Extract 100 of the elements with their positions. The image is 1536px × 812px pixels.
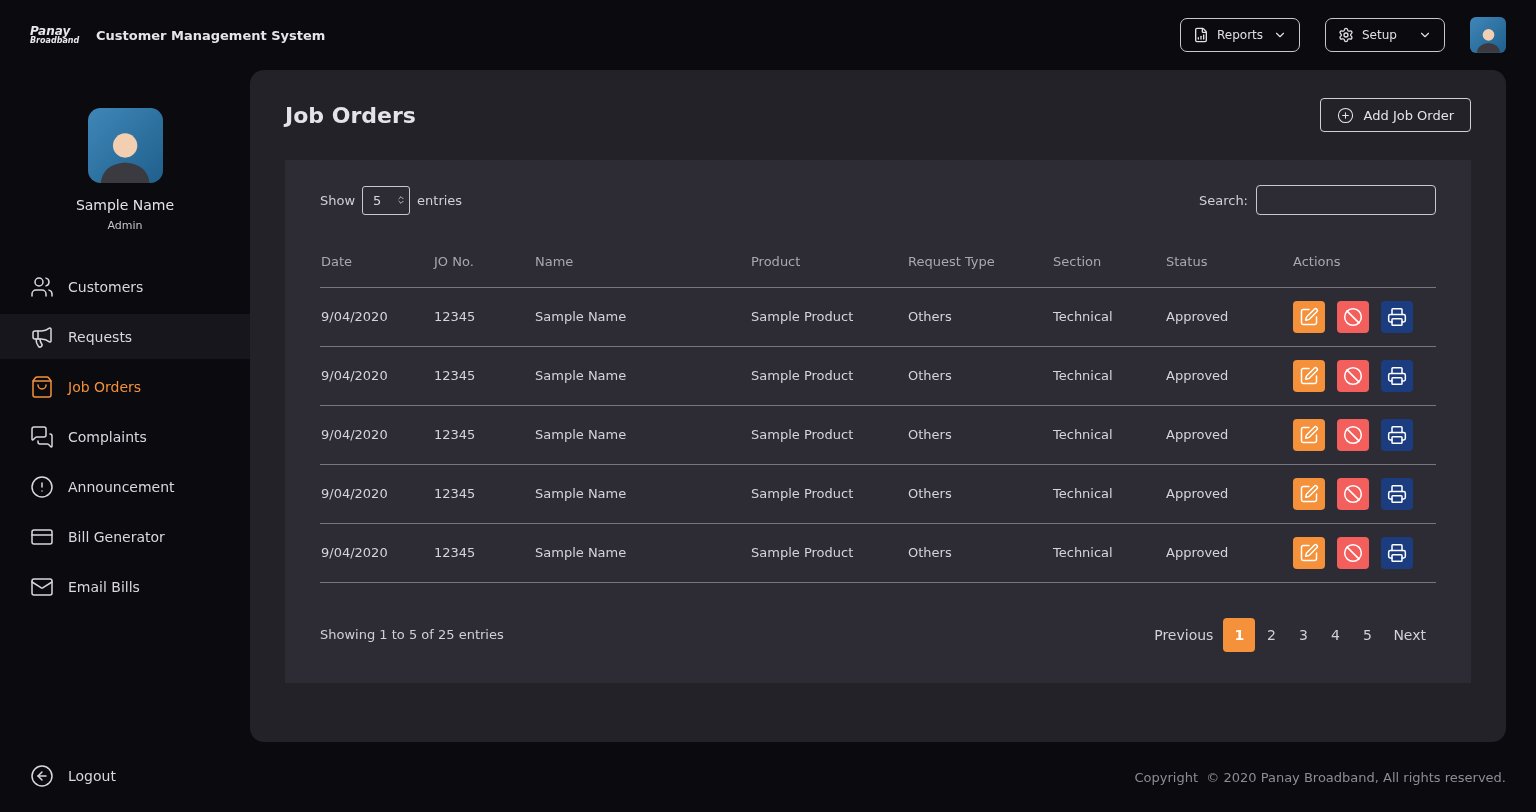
- table-cell: 12345: [433, 405, 534, 464]
- cancel-button[interactable]: [1337, 300, 1369, 333]
- reports-menu-button[interactable]: Reports: [1180, 18, 1300, 52]
- copyright-text: Copyright © 2020 Panay Broadband, All rights reserved.: [1134, 769, 1506, 785]
- print-button[interactable]: [1381, 300, 1413, 333]
- show-label: Show: [320, 192, 356, 208]
- page-link[interactable]: 3: [1287, 617, 1320, 652]
- people-icon: [30, 274, 54, 299]
- page-size-select[interactable]: 5: [362, 185, 411, 215]
- logout-link[interactable]: Logout: [0, 764, 250, 788]
- add-job-order-button[interactable]: Add Job Order: [1319, 98, 1471, 132]
- pen-icon: [1299, 424, 1319, 445]
- entries-label: entries: [417, 192, 463, 208]
- table-cell: Technical: [1052, 523, 1165, 582]
- bag-icon: [30, 374, 54, 399]
- table-cell: Sample Product: [750, 346, 907, 405]
- printer-icon: [1387, 306, 1407, 327]
- table-cell: 12345: [433, 287, 534, 346]
- table-cell: Approved: [1165, 405, 1292, 464]
- cancel-button[interactable]: [1337, 359, 1369, 392]
- table-cell: 9/04/2020: [320, 464, 433, 523]
- search-label: Search:: [1198, 192, 1248, 208]
- printer-icon: [1387, 424, 1407, 445]
- cancel-button[interactable]: [1337, 418, 1369, 451]
- pen-icon: [1299, 365, 1319, 386]
- table-cell: Sample Name: [534, 464, 750, 523]
- cancel-button[interactable]: [1337, 477, 1369, 510]
- edit-button[interactable]: [1293, 418, 1325, 451]
- print-button[interactable]: [1381, 536, 1413, 569]
- table-cell: 9/04/2020: [320, 523, 433, 582]
- table-cell: 12345: [433, 464, 534, 523]
- table-cell: Sample Name: [534, 287, 750, 346]
- ban-icon: [1343, 542, 1363, 563]
- page-link[interactable]: 5: [1351, 617, 1384, 652]
- printer-icon: [1387, 365, 1407, 386]
- table-cell: Sample Name: [534, 346, 750, 405]
- column-header: Status: [1165, 237, 1292, 287]
- logo: Panay Broadband: [30, 25, 81, 45]
- edit-button[interactable]: [1293, 477, 1325, 510]
- sidebar-item[interactable]: Announcement: [0, 464, 250, 509]
- cancel-button[interactable]: [1337, 536, 1369, 569]
- page-link[interactable]: 2: [1255, 617, 1288, 652]
- table-cell: Sample Name: [534, 405, 750, 464]
- page-title: Job Orders: [285, 102, 416, 128]
- edit-button[interactable]: [1293, 300, 1325, 333]
- column-header: Name: [534, 237, 750, 287]
- avatar[interactable]: [1470, 17, 1506, 53]
- print-button[interactable]: [1381, 359, 1413, 392]
- ban-icon: [1343, 424, 1363, 445]
- table-cell: Sample Product: [750, 287, 907, 346]
- table-cell: 12345: [433, 523, 534, 582]
- table-cell: Others: [907, 523, 1052, 582]
- megaphone-icon: [30, 324, 54, 349]
- table-cell: Others: [907, 287, 1052, 346]
- table-cell: Technical: [1052, 405, 1165, 464]
- print-button[interactable]: [1381, 477, 1413, 510]
- profile-name: Sample Name: [75, 197, 175, 213]
- logout-icon: [30, 764, 54, 788]
- sidebar-item[interactable]: Customers: [0, 264, 250, 309]
- column-header: Actions: [1292, 237, 1436, 287]
- table-cell: 9/04/2020: [320, 346, 433, 405]
- setup-menu-button[interactable]: Setup: [1325, 18, 1445, 52]
- table-cell: Sample Product: [750, 523, 907, 582]
- column-header: Request Type: [907, 237, 1052, 287]
- next-link[interactable]: Next: [1383, 626, 1436, 643]
- chat-icon: [30, 424, 54, 449]
- table-cell: Sample Product: [750, 405, 907, 464]
- report-icon: [1193, 27, 1209, 43]
- table-cell: Approved: [1165, 523, 1292, 582]
- table-cell: Sample Product: [750, 464, 907, 523]
- table-cell: 9/04/2020: [320, 287, 433, 346]
- column-header: Date: [320, 237, 433, 287]
- alert-icon: [30, 474, 54, 499]
- pen-icon: [1299, 306, 1319, 327]
- settings-icon: [1338, 27, 1354, 43]
- page-link[interactable]: 4: [1319, 617, 1352, 652]
- previous-link[interactable]: Previous: [1144, 626, 1224, 643]
- column-header: Product: [750, 237, 907, 287]
- search-field[interactable]: [1256, 185, 1436, 215]
- sidebar-item[interactable]: Email Bills: [0, 564, 250, 609]
- updown-icon: [396, 195, 407, 205]
- table-cell: 12345: [433, 346, 534, 405]
- table-cell: Sample Name: [534, 523, 750, 582]
- sidebar-item[interactable]: Job Orders: [0, 364, 250, 409]
- sidebar-item[interactable]: Complaints: [0, 414, 250, 459]
- printer-icon: [1387, 483, 1407, 504]
- table-cell: Technical: [1052, 346, 1165, 405]
- table-cell: Technical: [1052, 287, 1165, 346]
- pen-icon: [1299, 483, 1319, 504]
- table-cell: Others: [907, 464, 1052, 523]
- table-cell: Approved: [1165, 346, 1292, 405]
- edit-button[interactable]: [1293, 536, 1325, 569]
- app-title: Customer Management System: [96, 27, 326, 43]
- pen-icon: [1299, 542, 1319, 563]
- edit-button[interactable]: [1293, 359, 1325, 392]
- ban-icon: [1343, 483, 1363, 504]
- sidebar-item[interactable]: Bill Generator: [0, 514, 250, 559]
- print-button[interactable]: [1381, 418, 1413, 451]
- sidebar-item[interactable]: Requests: [0, 314, 250, 359]
- profile-role: Admin: [107, 219, 143, 232]
